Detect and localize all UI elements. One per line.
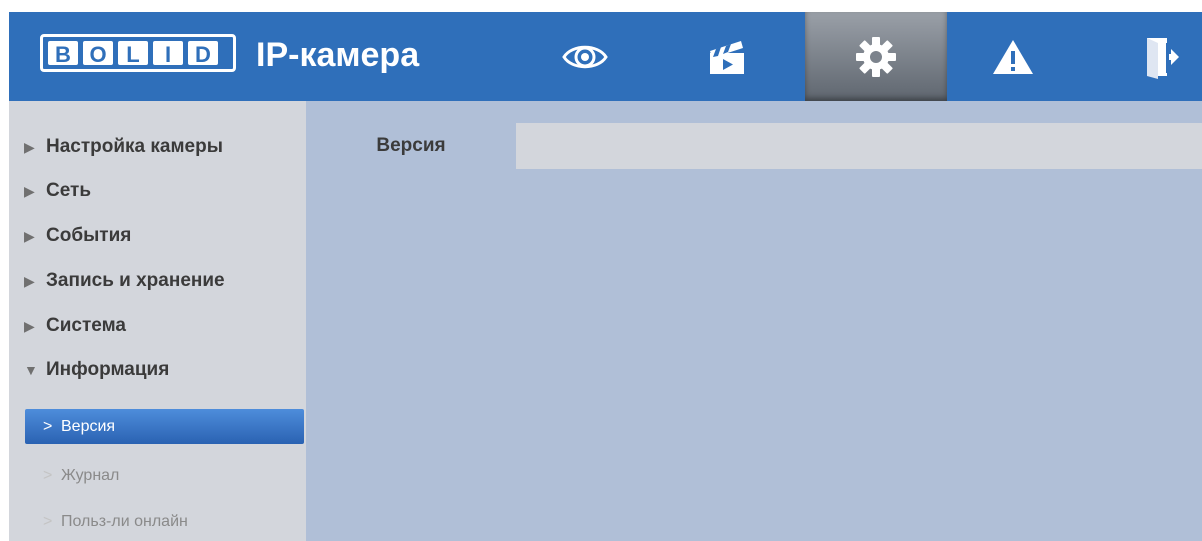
menu-item-camera-settings[interactable]: ▶ Настройка камеры [9,125,306,169]
menu-item-label: События [46,225,132,246]
app-window: B O L I D IP-камера ▶ Настройка камеры ▶… [9,12,1202,541]
submenu-item-version[interactable]: > Версия [25,409,304,444]
content-area: Версия [306,101,1202,541]
menu-item-network[interactable]: ▶ Сеть [9,169,306,213]
clapperboard-icon [710,40,744,74]
exit-door-icon [1147,37,1179,79]
menu-item-events[interactable]: ▶ События [9,214,306,258]
chevron-right-icon: > [43,512,53,530]
bolid-logo: B O L I D [40,34,236,72]
logo-letter: O [89,42,106,67]
menu-item-label: Информация [46,359,170,380]
submenu-item-label: Журнал [61,466,120,484]
expand-arrow-icon: ▶ [24,317,35,334]
logo-letter: D [195,42,211,67]
menu-item-recording-storage[interactable]: ▶ Запись и хранение [9,259,306,303]
logout-button[interactable] [1122,12,1202,101]
logo-letter: B [55,42,71,67]
menu-item-label: Запись и хранение [46,270,225,291]
warning-icon [993,39,1033,74]
submenu-item-label: Версия [61,417,116,435]
gear-icon [856,36,896,77]
chevron-right-icon: > [43,466,53,484]
eye-icon [562,45,608,68]
header-bar: B O L I D IP-камера [9,12,1202,101]
live-view-button[interactable] [530,12,640,101]
menu-item-system[interactable]: ▶ Система [9,304,306,348]
submenu-item-log[interactable]: > Журнал [25,458,304,493]
expand-arrow-icon: ▶ [24,227,35,244]
sidebar-menu: ▶ Настройка камеры ▶ Сеть ▶ События ▶ За… [9,101,306,541]
logo-letter: L [126,42,139,67]
expand-arrow-icon: ▶ [24,138,35,155]
app-title: IP-камера [256,36,420,74]
logo-letter: I [165,42,171,67]
expand-arrow-icon: ▶ [24,272,35,289]
submenu-item-label: Польз-ли онлайн [61,512,188,530]
menu-item-label: Система [46,315,126,336]
playback-button[interactable] [672,12,782,101]
settings-button[interactable] [805,12,947,101]
tab-version[interactable]: Версия [306,123,516,169]
bolid-logo-mark: B O L I D [48,41,218,67]
tab-bar: Версия [306,123,1202,169]
chevron-right-icon: > [43,417,53,435]
menu-item-label: Настройка камеры [46,136,223,157]
alarm-button[interactable] [958,12,1068,101]
menu-item-label: Сеть [46,180,92,201]
collapse-arrow-icon: ▼ [24,362,38,378]
menu-item-information[interactable]: ▼ Информация [9,348,306,392]
submenu-item-online-users[interactable]: > Польз-ли онлайн [25,504,304,539]
expand-arrow-icon: ▶ [24,182,35,199]
